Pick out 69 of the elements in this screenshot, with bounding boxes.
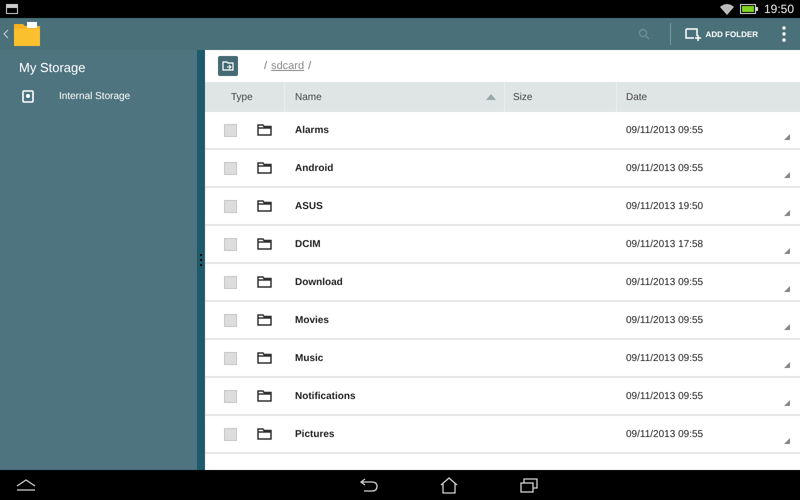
- folder-icon: [257, 352, 272, 364]
- wifi-icon: [720, 4, 734, 14]
- folder-icon: [257, 428, 272, 440]
- storage-icon: [22, 90, 34, 103]
- corner-triangle-icon[interactable]: [784, 286, 790, 292]
- clock: 19:50: [764, 2, 794, 16]
- path-separator: /: [308, 60, 312, 72]
- sidebar-title: My Storage: [18, 59, 86, 77]
- checkbox[interactable]: [224, 238, 237, 250]
- checkbox[interactable]: [224, 162, 237, 174]
- date-cell-text: 09/11/2013 19:50: [625, 200, 704, 212]
- date-cell-text: 09/11/2013 09:55: [625, 428, 704, 440]
- folder-icon: [257, 314, 272, 326]
- column-header[interactable]: Date: [617, 82, 777, 112]
- date-cell-text: 09/11/2013 09:55: [625, 352, 704, 364]
- back-icon[interactable]: [360, 478, 378, 492]
- checkbox[interactable]: [224, 124, 237, 136]
- column-header[interactable]: Name: [285, 82, 505, 112]
- file-name: Android: [294, 162, 334, 174]
- date-cell-text: 09/11/2013 09:55: [625, 124, 704, 136]
- folder-icon: [257, 238, 272, 250]
- column-header[interactable]: Size: [505, 82, 617, 112]
- file-name: ASUS: [294, 200, 324, 212]
- folder-icon: [257, 276, 272, 288]
- file-name: DCIM: [294, 238, 322, 250]
- file-name: Music: [294, 352, 324, 364]
- back-chevron-icon[interactable]: [3, 29, 9, 39]
- date-cell-text: 09/11/2013 09:55: [625, 390, 704, 402]
- corner-triangle-icon[interactable]: [784, 438, 790, 444]
- sidebar-item[interactable]: Internal Storage: [0, 82, 197, 111]
- folder-icon: [257, 124, 272, 136]
- corner-triangle-icon[interactable]: [784, 248, 790, 254]
- corner-triangle-icon[interactable]: [784, 134, 790, 140]
- path-link[interactable]: sdcard: [271, 60, 304, 72]
- folder-icon: [257, 200, 272, 212]
- checkbox[interactable]: [224, 200, 237, 212]
- file-name: Download: [294, 276, 344, 288]
- file-name: Notifications: [294, 390, 357, 402]
- add-folder-button[interactable]: ADD FOLDER: [680, 23, 762, 45]
- column-header[interactable]: Type: [205, 82, 285, 112]
- home-icon[interactable]: [440, 476, 458, 494]
- file-name: Pictures: [294, 428, 336, 440]
- folder-icon: [257, 390, 272, 402]
- date-cell-text: 09/11/2013 09:55: [625, 314, 704, 326]
- checkbox[interactable]: [224, 352, 237, 364]
- file-name: Alarms: [294, 124, 330, 136]
- checkbox[interactable]: [224, 314, 237, 326]
- checkbox[interactable]: [224, 428, 237, 440]
- corner-triangle-icon[interactable]: [784, 362, 790, 368]
- file-name: Movies: [294, 314, 330, 326]
- overflow-menu-icon[interactable]: [782, 26, 786, 42]
- folder-icon[interactable]: [13, 20, 41, 48]
- recent-apps-icon[interactable]: [520, 478, 538, 492]
- folder-return-icon[interactable]: [218, 56, 238, 76]
- path-separator: /: [264, 60, 268, 72]
- checkbox[interactable]: [224, 276, 237, 288]
- picture-notification-icon: [6, 4, 18, 14]
- date-cell-text: 09/11/2013 09:55: [625, 162, 704, 174]
- date-cell-text: 09/11/2013 09:55: [625, 276, 704, 288]
- corner-triangle-icon[interactable]: [784, 324, 790, 330]
- date-cell-text: 09/11/2013 17:58: [625, 238, 704, 250]
- battery-icon: [740, 4, 758, 14]
- corner-triangle-icon[interactable]: [784, 172, 790, 178]
- corner-triangle-icon[interactable]: [784, 400, 790, 406]
- folder-plus-icon: [684, 27, 701, 41]
- chevron-up-icon[interactable]: [16, 479, 36, 491]
- corner-triangle-icon[interactable]: [784, 210, 790, 216]
- folder-icon: [257, 162, 272, 174]
- checkbox[interactable]: [224, 390, 237, 402]
